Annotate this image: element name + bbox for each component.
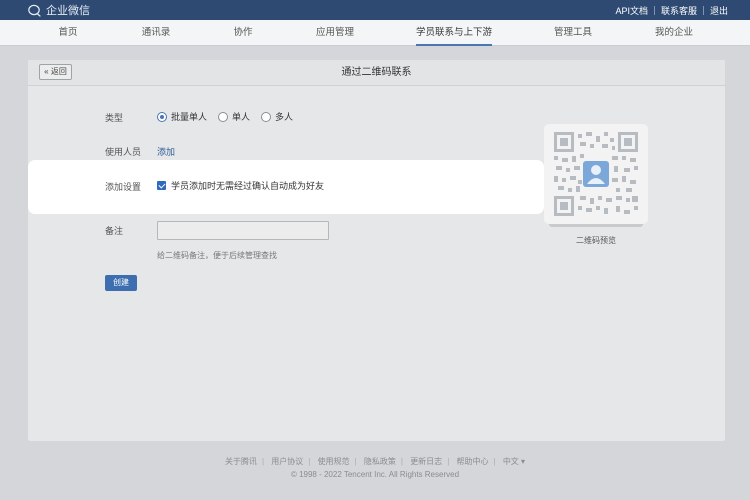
panel-header: « 返回 通过二维码联系 — [28, 60, 725, 86]
radio-selected-icon[interactable] — [157, 111, 167, 122]
type-option-batch-single[interactable]: 批量单人 — [157, 110, 207, 123]
footer-privacy-link[interactable]: 隐私政策 — [364, 457, 396, 466]
checkbox-checked-icon[interactable] — [157, 181, 166, 190]
top-links: API文档 联系客服 退出 — [615, 4, 728, 17]
footer-rules-link[interactable]: 使用规范 — [318, 457, 350, 466]
divider: | — [261, 457, 265, 466]
page-title: 通过二维码联系 — [341, 67, 412, 78]
note-hint: 给二维码备注，便于后续管理查找 — [157, 251, 277, 260]
type-option-multiple[interactable]: 多人 — [261, 110, 293, 123]
setting-label: 添加设置 — [105, 182, 142, 192]
add-user-link[interactable]: 添加 — [157, 145, 175, 158]
nav-management-tools[interactable]: 管理工具 — [554, 20, 592, 46]
footer-changelog-link[interactable]: 更新日志 — [410, 457, 442, 466]
divider: | — [400, 457, 403, 466]
nav-student-contact[interactable]: 学员联系与上下游 — [415, 20, 493, 46]
divider: | — [354, 457, 357, 466]
create-button[interactable]: 创建 — [105, 275, 137, 291]
note-input[interactable] — [157, 221, 329, 240]
user-label: 使用人员 — [105, 147, 142, 157]
radio-icon[interactable] — [218, 111, 229, 122]
note-label: 备注 — [105, 226, 124, 236]
brand-name: 企业微信 — [46, 5, 90, 17]
type-option-single[interactable]: 单人 — [218, 110, 250, 123]
nav-my-enterprise[interactable]: 我的企业 — [655, 20, 693, 46]
wecom-logo-icon — [28, 4, 41, 17]
radio-label: 多人 — [275, 112, 294, 122]
nav-contacts[interactable]: 通讯录 — [142, 20, 171, 46]
logout-link[interactable]: 退出 — [710, 4, 728, 17]
qr-preview-card — [544, 124, 648, 224]
auto-friend-setting[interactable]: 学员添加时无需经过确认自动成为好友 — [157, 179, 324, 192]
footer-links: 关于腾讯 | 用户协议 | 使用规范 | 隐私政策 | 更新日志 | 帮助中心 | 中文 ▾ — [0, 456, 750, 467]
radio-label: 单人 — [232, 112, 251, 122]
nav-collaboration[interactable]: 协作 — [233, 20, 252, 46]
divider: | — [493, 457, 496, 466]
nav-home[interactable]: 首页 — [58, 20, 77, 46]
type-radio-group: 批量单人 单人 多人 — [157, 110, 304, 123]
language-select[interactable]: 中文 ▾ — [503, 457, 525, 466]
copyright: © 1998 - 2022 Tencent Inc. All Rights Re… — [290, 470, 460, 479]
footer-help-link[interactable]: 帮助中心 — [457, 457, 489, 466]
content-panel: « 返回 通过二维码联系 — [28, 60, 725, 441]
divider: | — [447, 457, 450, 466]
footer-about-link[interactable]: 关于腾讯 — [225, 457, 257, 466]
radio-icon[interactable] — [261, 111, 272, 122]
qr-code-icon — [554, 132, 638, 216]
nav-app-management[interactable]: 应用管理 — [316, 20, 354, 46]
divider — [653, 6, 655, 15]
brand[interactable]: 企业微信 — [28, 3, 90, 17]
radio-label: 批量单人 — [171, 112, 208, 122]
top-bar: 企业微信 API文档 联系客服 退出 — [0, 0, 750, 20]
api-docs-link[interactable]: API文档 — [615, 4, 648, 17]
qr-caption: 二维码预览 — [576, 236, 616, 245]
footer-agreement-link[interactable]: 用户协议 — [271, 457, 303, 466]
divider — [702, 6, 704, 15]
contact-support-link[interactable]: 联系客服 — [661, 4, 697, 17]
main-nav: 首页 通讯录 协作 应用管理 学员联系与上下游 管理工具 我的企业 — [0, 20, 750, 46]
divider: | — [308, 457, 311, 466]
auto-friend-label: 学员添加时无需经过确认自动成为好友 — [171, 181, 325, 191]
type-label: 类型 — [105, 113, 124, 123]
